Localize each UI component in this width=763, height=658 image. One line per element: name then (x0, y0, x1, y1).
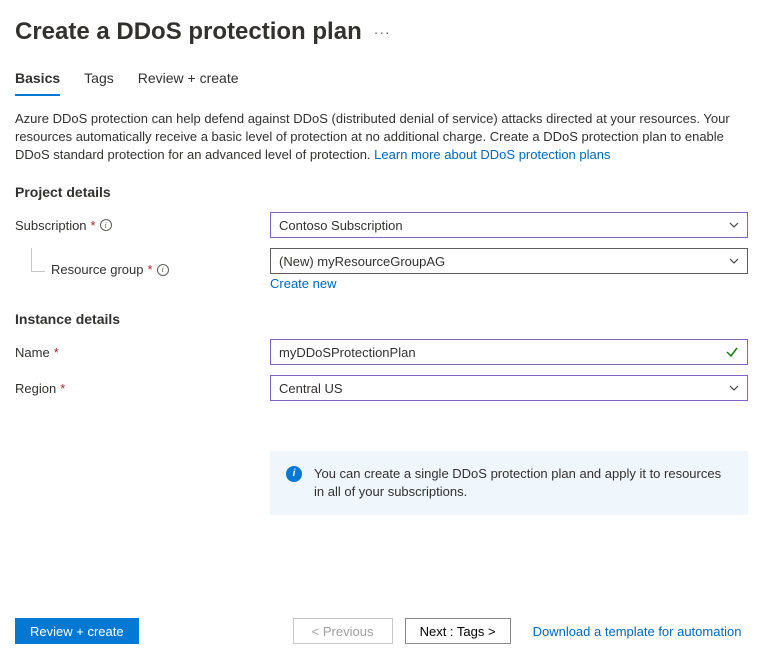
footer: Review + create < Previous Next : Tags >… (0, 606, 763, 658)
learn-more-link[interactable]: Learn more about DDoS protection plans (374, 147, 610, 162)
create-new-link[interactable]: Create new (270, 276, 336, 291)
chevron-down-icon (729, 256, 739, 266)
region-select[interactable]: Central US (270, 375, 748, 401)
tab-review-create[interactable]: Review + create (138, 70, 239, 96)
checkmark-icon (725, 345, 739, 359)
name-input[interactable]: myDDoSProtectionPlan (270, 339, 748, 365)
resource-group-label: Resource group * i (15, 262, 270, 277)
section-instance-details: Instance details (15, 311, 748, 327)
subscription-select[interactable]: Contoso Subscription (270, 212, 748, 238)
tab-basics[interactable]: Basics (15, 70, 60, 96)
chevron-down-icon (729, 383, 739, 393)
name-label: Name * (15, 345, 270, 360)
description-text: Azure DDoS protection can help defend ag… (15, 110, 748, 164)
review-create-button[interactable]: Review + create (15, 618, 139, 644)
info-icon: i (286, 466, 302, 482)
tab-tags[interactable]: Tags (84, 70, 114, 96)
previous-button: < Previous (293, 618, 393, 644)
page-title: Create a DDoS protection plan (15, 18, 362, 46)
download-template-link[interactable]: Download a template for automation (533, 624, 742, 639)
tabs: Basics Tags Review + create (0, 70, 763, 96)
info-icon[interactable]: i (100, 219, 112, 231)
subscription-label: Subscription * i (15, 218, 270, 233)
next-button[interactable]: Next : Tags > (405, 618, 511, 644)
info-icon[interactable]: i (157, 264, 169, 276)
resource-group-select[interactable]: (New) myResourceGroupAG (270, 248, 748, 274)
more-icon[interactable]: ··· (374, 24, 391, 40)
info-box: i You can create a single DDoS protectio… (270, 451, 748, 515)
info-box-text: You can create a single DDoS protection … (314, 465, 732, 501)
chevron-down-icon (729, 220, 739, 230)
section-project-details: Project details (15, 184, 748, 200)
region-label: Region * (15, 381, 270, 396)
